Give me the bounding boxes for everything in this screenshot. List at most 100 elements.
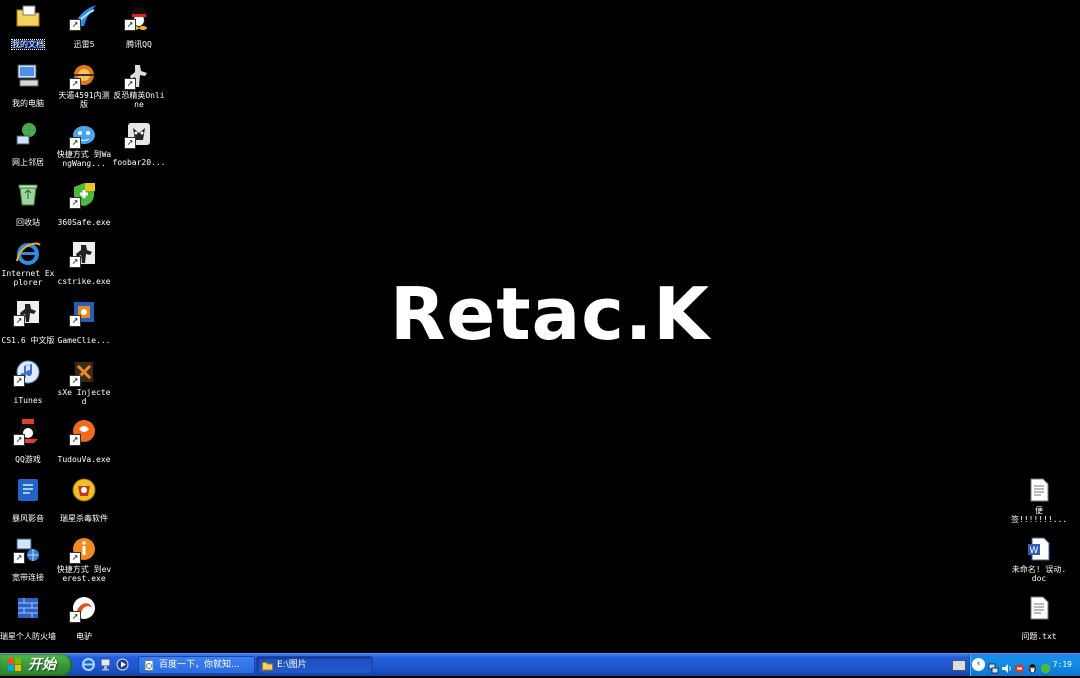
desktop-icon-emule[interactable]: ↗ 电驴 <box>56 592 112 643</box>
desktop-icon-label: sXe Injected <box>57 388 111 406</box>
svg-text:W: W <box>1030 546 1039 556</box>
quick-launch-show-desktop-icon[interactable] <box>98 657 113 672</box>
cs16-icon: ↗ <box>13 298 42 327</box>
desktop-icon-label: 便签!!!!!!!... <box>1011 506 1068 524</box>
taskbar-clock[interactable]: 7:19 <box>1053 654 1072 676</box>
start-button[interactable]: 开始 <box>0 654 72 676</box>
folder-icon <box>262 660 273 671</box>
desktop-icon-wangwang[interactable]: ↗ 快捷方式 到WangWang... <box>56 118 112 170</box>
desktop-icon-label: 360Safe.exe <box>57 218 111 227</box>
shortcut-arrow-icon: ↗ <box>69 315 81 327</box>
desktop-icon-my-computer[interactable]: 我的电脑 <box>0 59 56 110</box>
desktop-icon-gameclient[interactable]: ↗ GameClie... <box>56 296 112 347</box>
qq-tray-icon[interactable] <box>1027 659 1038 673</box>
shortcut-arrow-icon: ↗ <box>69 434 81 446</box>
shortcut-arrow-icon: ↗ <box>69 137 81 149</box>
quick-launch-ie-icon[interactable] <box>81 657 96 672</box>
rising-firewall-icon <box>14 594 42 622</box>
taskbar-button-1[interactable]: 百度一下，你就知... <box>138 656 255 674</box>
taskbar: 开始 百度一下，你就知... E:\图片 ‹ 7:19 <box>0 653 1080 676</box>
windows-flag-icon <box>8 658 22 672</box>
antivirus-tray-icon[interactable] <box>1014 659 1025 673</box>
shortcut-arrow-icon: ↗ <box>13 315 25 327</box>
desktop-icon-internet-explorer[interactable]: Internet Explorer <box>0 237 56 289</box>
desktop-icon-text-file[interactable]: 问题.txt <box>1011 592 1067 643</box>
desktop-icon-label: 迅雷5 <box>73 40 95 49</box>
desktop-icon-label: 暴风影音 <box>12 514 44 523</box>
desktop-icon-label: 反恐精英Online <box>113 91 165 109</box>
desktop-icon-xunlei[interactable]: ↗ 迅雷5 <box>56 0 112 51</box>
desktop-icon-label: 瑞星个人防火墙 <box>0 632 56 641</box>
shortcut-arrow-icon: ↗ <box>13 434 25 446</box>
tudou-icon: ↗ <box>69 417 98 446</box>
desktop-icon-everest[interactable]: ↗ 快捷方式 到everest.exe <box>56 533 112 585</box>
desktop[interactable]: 我的文档 ↗ 迅雷5 ↗ 腾讯QQ 我的电脑 ↗ 天遁4591内测版 ↗ 反恐精英Online 网上… <box>0 0 1080 653</box>
broadband-icon: ↗ <box>13 535 42 564</box>
desktop-icon-label: 快捷方式 到everest.exe <box>56 565 112 583</box>
desktop-icon-broadband[interactable]: ↗ 宽带连接 <box>0 533 56 584</box>
shortcut-arrow-icon: ↗ <box>69 197 81 209</box>
network-icon[interactable] <box>988 659 999 674</box>
desktop-icon-qq-penguin[interactable]: ↗ 腾讯QQ <box>111 0 167 51</box>
quick-launch-media-player-icon[interactable] <box>115 657 130 672</box>
shortcut-arrow-icon: ↗ <box>69 552 81 564</box>
desktop-icon-network-places[interactable]: 网上邻居 <box>0 118 56 169</box>
desktop-icon-rising-firewall[interactable]: 瑞星个人防火墙 <box>0 592 56 643</box>
itunes-icon: ↗ <box>13 358 42 387</box>
recycle-bin-icon <box>14 180 42 208</box>
desktop-icon-my-documents[interactable]: 我的文档 <box>0 0 56 51</box>
desktop-icon-label: 宽带连接 <box>12 573 44 582</box>
internet-explorer-icon <box>14 239 42 267</box>
rising-antivirus-icon <box>70 476 98 504</box>
qq-penguin-icon: ↗ <box>124 2 153 31</box>
sxe-icon: ↗ <box>69 358 98 387</box>
desktop-icon-word-doc[interactable]: W 未命名! 误动.doc <box>1011 533 1067 585</box>
tiandun-icon: ↗ <box>69 61 98 90</box>
desktop-icon-recycle-bin[interactable]: 回收站 <box>0 178 56 229</box>
desktop-icon-label: 网上邻居 <box>12 158 44 167</box>
desktop-icon-cs16[interactable]: ↗ CS1.6 中文版 <box>0 296 56 347</box>
cstrike-icon: ↗ <box>69 239 98 268</box>
wangwang-icon: ↗ <box>69 120 98 149</box>
shortcut-arrow-icon: ↗ <box>69 19 81 31</box>
taskbar-button-label: E:\图片 <box>277 660 307 670</box>
desktop-icon-text-file[interactable]: 便签!!!!!!!... <box>1011 474 1067 526</box>
my-computer-icon <box>14 61 42 89</box>
desktop-icon-label: 腾讯QQ <box>126 40 152 49</box>
emule-icon: ↗ <box>69 594 98 623</box>
desktop-icon-rising-antivirus[interactable]: 瑞星杀毒软件 <box>56 474 112 525</box>
desktop-icon-label: 快捷方式 到WangWang... <box>56 150 112 168</box>
desktop-icon-itunes[interactable]: ↗ iTunes <box>0 356 56 407</box>
keyboard-language-icon[interactable] <box>952 660 966 671</box>
desktop-icon-label: Internet Explorer <box>1 269 55 287</box>
desktop-icon-qq-game[interactable]: ↗ QQ游戏 <box>0 415 56 466</box>
shortcut-arrow-icon: ↗ <box>69 611 81 623</box>
qq-game-icon: ↗ <box>13 417 42 446</box>
desktop-icon-cs-online[interactable]: ↗ 反恐精英Online <box>111 59 167 111</box>
tray-expand-chevron-icon[interactable]: ‹ <box>972 658 985 671</box>
xunlei-icon: ↗ <box>69 2 98 31</box>
security-shield-icon[interactable] <box>1040 659 1051 674</box>
desktop-icon-label: cstrike.exe <box>57 277 111 286</box>
system-tray: ‹ 7:19 <box>969 654 1080 676</box>
desktop-icon-baofeng[interactable]: 暴风影音 <box>0 474 56 525</box>
desktop-icon-cstrike[interactable]: ↗ cstrike.exe <box>56 237 112 288</box>
my-documents-icon <box>14 2 42 30</box>
desktop-icon-tiandun[interactable]: ↗ 天遁4591内测版 <box>56 59 112 111</box>
baofeng-icon <box>14 476 42 504</box>
desktop-icon-360safe[interactable]: ↗ 360Safe.exe <box>56 178 112 229</box>
desktop-icon-sxe[interactable]: ↗ sXe Injected <box>56 356 112 408</box>
foobar-icon: ↗ <box>124 120 153 149</box>
desktop-icon-foobar[interactable]: ↗ foobar20... <box>111 118 167 169</box>
desktop-icon-label: iTunes <box>13 396 43 405</box>
taskbar-button-2[interactable]: E:\图片 <box>256 656 373 674</box>
volume-icon[interactable] <box>1001 659 1012 673</box>
shortcut-arrow-icon: ↗ <box>69 375 81 387</box>
desktop-icon-tudou[interactable]: ↗ TudouVa.exe <box>56 415 112 466</box>
desktop-icon-label: QQ游戏 <box>15 455 41 464</box>
desktop-icon-label: TudouVa.exe <box>57 455 111 464</box>
shortcut-arrow-icon: ↗ <box>13 375 25 387</box>
network-places-icon <box>14 120 42 148</box>
desktop-icon-label: 问题.txt <box>1021 632 1057 641</box>
taskbar-button-label: 百度一下，你就知... <box>159 660 240 670</box>
